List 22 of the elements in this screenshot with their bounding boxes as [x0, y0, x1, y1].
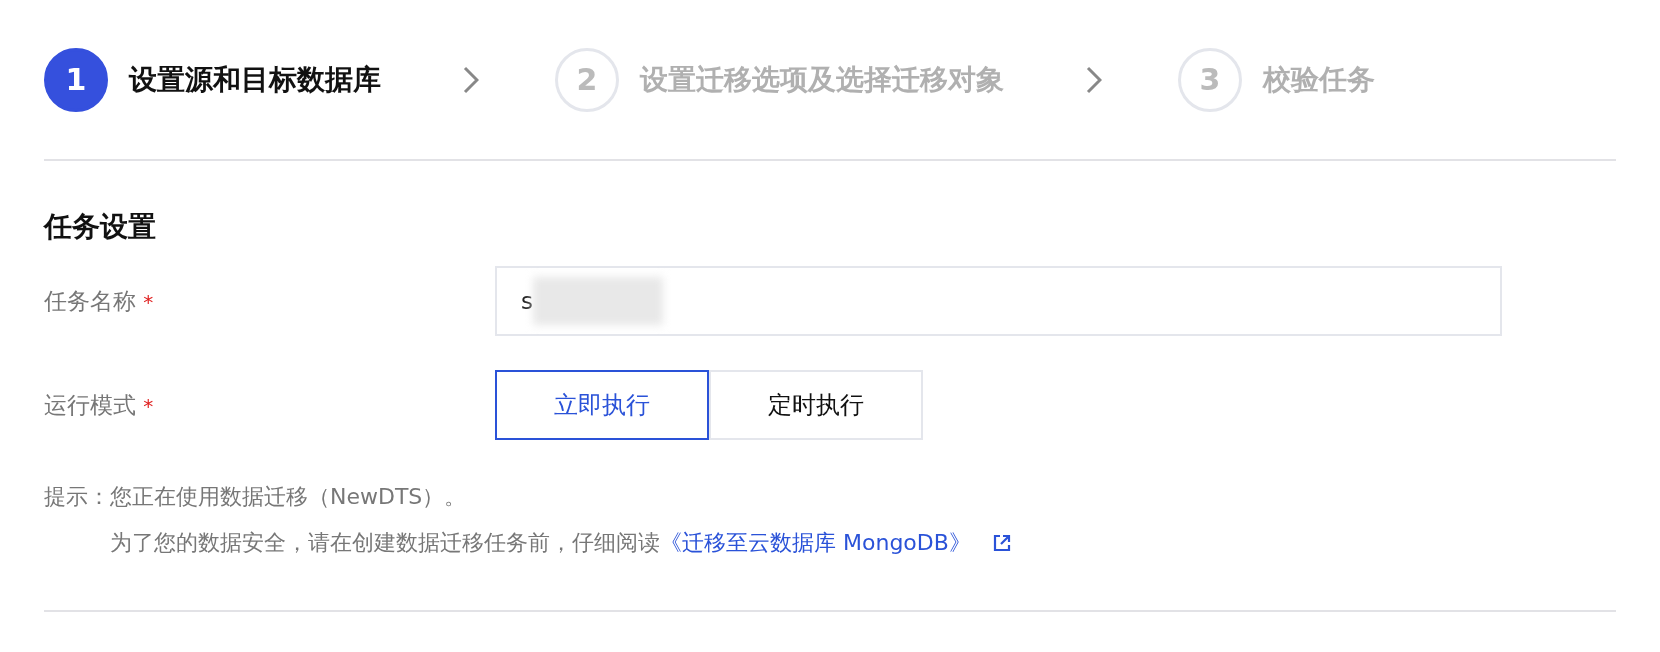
mode-option[interactable]: 立即执行	[495, 370, 709, 440]
required-mark: *	[143, 289, 154, 314]
chevron-right-icon	[1086, 65, 1102, 94]
hint-label: 提示：	[44, 483, 110, 511]
section-title: 任务设置	[44, 209, 157, 245]
step-title: 设置迁移选项及选择迁移对象	[640, 61, 1004, 98]
field-label: 任务名称	[44, 287, 136, 314]
step-number: 3	[1178, 47, 1242, 112]
hint-text: 您正在使用数据迁移（NewDTS）。	[110, 484, 467, 509]
field-value: s	[521, 288, 533, 314]
input-field[interactable]: s	[495, 266, 1502, 336]
hint-text: 为了您的数据安全，请在创建数据迁移任务前，仔细阅读	[110, 529, 660, 557]
step-number: 2	[555, 47, 619, 112]
required-mark: *	[143, 393, 154, 418]
guide-link[interactable]: 《迁移至云数据库 MongoDB》	[660, 520, 971, 566]
external-link-icon[interactable]	[992, 534, 1011, 552]
mode-option[interactable]: 定时执行	[709, 370, 923, 440]
step-title: 校验任务	[1263, 61, 1375, 98]
step-title: 设置源和目标数据库	[129, 61, 381, 98]
step-number: 1	[44, 47, 108, 112]
chevron-right-icon	[463, 65, 479, 94]
field-label: 运行模式	[44, 391, 136, 418]
